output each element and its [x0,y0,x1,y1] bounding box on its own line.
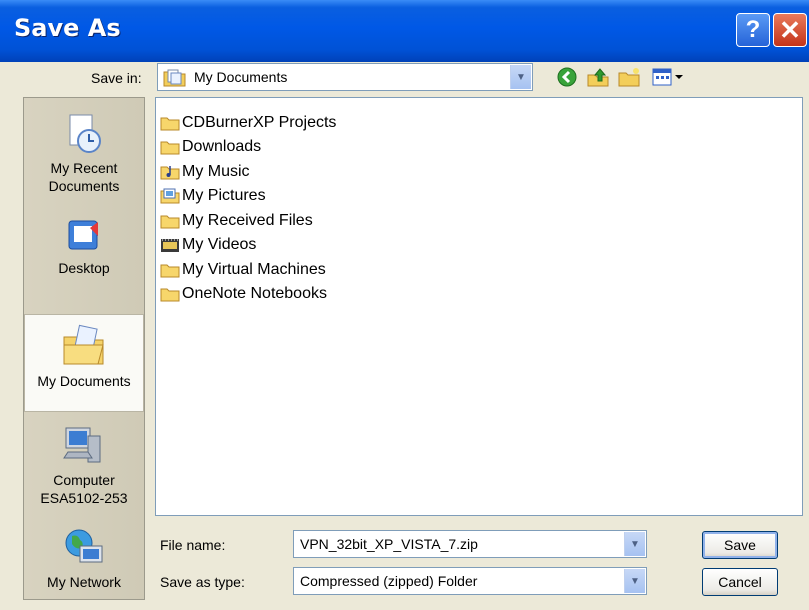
folder-icon [160,288,180,302]
place-my-network[interactable]: My Network [24,526,144,599]
place-label: Computer [53,472,115,488]
close-button[interactable]: ✕ [773,13,807,47]
recent-documents-icon [69,114,101,153]
save-as-type-value: Compressed (zipped) Folder [300,573,478,589]
list-item[interactable]: My Music [160,160,250,184]
list-item[interactable]: My Received Files [160,209,313,233]
list-item[interactable]: OneNote Notebooks [160,282,327,306]
list-item[interactable]: My Virtual Machines [160,258,326,282]
place-label: Documents [48,178,120,194]
file-name-value: VPN_32bit_XP_VISTA_7.zip [300,536,478,552]
list-item[interactable]: Downloads [160,135,261,159]
place-label: My Network [47,574,121,590]
views-menu-icon[interactable] [648,63,688,91]
list-item[interactable]: CDBurnerXP Projects [160,111,336,135]
up-folder-icon[interactable] [584,63,612,91]
place-my-recent-documents[interactable]: My Recent Documents [24,110,144,208]
folder-icon [160,141,180,155]
network-icon [65,529,103,563]
help-button[interactable]: ? [736,13,770,47]
file-name-field[interactable]: VPN_32bit_XP_VISTA_7.zip ▼ [293,530,647,558]
back-icon[interactable] [553,63,581,91]
music-folder-icon [160,166,180,180]
places-bar: My Recent Documents Desktop My Documents [23,97,145,600]
place-my-documents[interactable]: My Documents [24,314,144,412]
new-folder-icon[interactable] [615,63,643,91]
place-label: My Documents [37,373,131,389]
list-item[interactable]: My Videos [160,233,256,257]
save-as-dialog: Save As ? ✕ Save in: My Documents ▼ My R… [0,0,809,610]
computer-icon [63,427,101,463]
list-item[interactable]: My Pictures [160,184,266,208]
pictures-folder-icon [160,188,180,204]
cancel-button[interactable]: Cancel [702,568,778,596]
videos-folder-icon [161,239,179,252]
window-title: Save As [14,14,121,42]
save-in-label: Save in: [91,70,142,86]
file-list[interactable]: CDBurnerXP Projects Downloads My Music M… [155,97,803,516]
place-desktop[interactable]: Desktop [24,216,144,292]
place-label: My Recent [50,160,118,176]
chevron-down-icon[interactable]: ▼ [624,569,645,593]
file-name-label: File name: [160,537,226,553]
folder-icon [160,215,180,229]
my-documents-icon [63,324,104,365]
chevron-down-icon[interactable]: ▼ [510,65,531,89]
save-as-type-label: Save as type: [160,574,245,590]
my-documents-small-icon [163,69,186,87]
folder-icon [160,117,180,131]
desktop-icon [68,220,98,250]
save-in-dropdown[interactable]: My Documents ▼ [157,63,533,91]
chevron-down-icon[interactable]: ▼ [624,532,645,556]
title-bar[interactable]: Save As ? ✕ [0,0,809,62]
save-as-type-dropdown[interactable]: Compressed (zipped) Folder ▼ [293,567,647,595]
save-in-value: My Documents [194,69,288,85]
place-computer[interactable]: Computer ESA5102-253 [24,424,144,514]
folder-icon [160,264,180,278]
save-button[interactable]: Save [702,531,778,559]
place-label: Desktop [58,260,110,276]
place-label: ESA5102-253 [40,490,128,506]
